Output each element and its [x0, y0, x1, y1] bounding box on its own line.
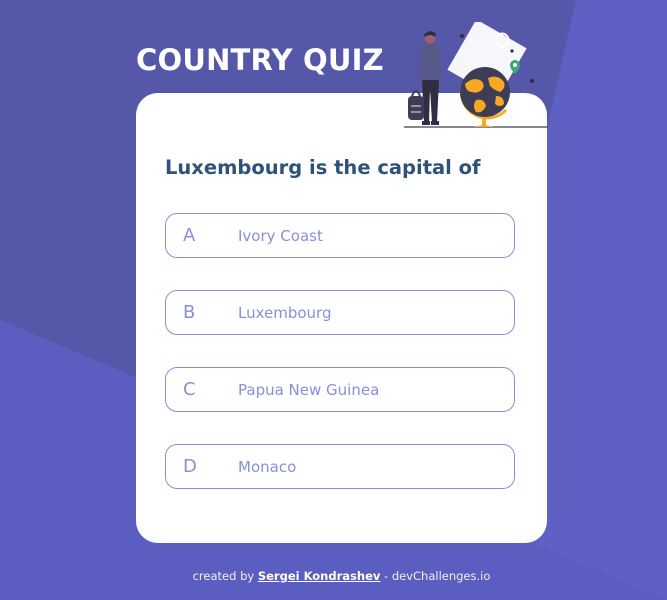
option-letter: D: [183, 456, 197, 477]
person-legs: [422, 80, 439, 122]
page: COUNTRY QUIZ Luxembourg is the capital o…: [0, 0, 667, 600]
deco-dot: [510, 49, 514, 53]
option-label: Monaco: [238, 457, 297, 476]
footer-suffix: - devChallenges.io: [384, 569, 491, 583]
quiz-card: Luxembourg is the capital of A Ivory Coa…: [136, 93, 547, 543]
backpack: [408, 96, 424, 120]
traveler-with-globe-icon: [404, 22, 548, 128]
deco-dot: [460, 34, 464, 38]
option-letter: B: [183, 302, 196, 323]
footer-prefix: created by: [192, 569, 255, 583]
answer-option-b[interactable]: B Luxembourg: [165, 290, 515, 335]
answer-option-c[interactable]: C Papua New Guinea: [165, 367, 515, 412]
map-pin-dot: [513, 63, 517, 67]
globe: [460, 67, 510, 117]
answer-option-a[interactable]: A Ivory Coast: [165, 213, 515, 258]
deco-dot: [530, 79, 534, 83]
backpack-strap: [411, 90, 421, 97]
author-link[interactable]: Sergei Kondrashev: [258, 569, 381, 583]
option-letter: C: [183, 379, 196, 400]
page-title: COUNTRY QUIZ: [136, 43, 384, 77]
person-shoe: [431, 121, 439, 125]
option-label: Ivory Coast: [238, 226, 323, 245]
footer: created by Sergei Kondrashev - devChalle…: [0, 567, 667, 585]
person-torso: [419, 43, 441, 80]
option-letter: A: [183, 225, 196, 246]
globe-stand: [474, 118, 494, 127]
option-label: Papua New Guinea: [238, 380, 380, 399]
question-text: Luxembourg is the capital of: [165, 156, 481, 179]
option-label: Luxembourg: [238, 303, 332, 322]
person-shoe: [422, 121, 430, 125]
answer-option-d[interactable]: D Monaco: [165, 444, 515, 489]
